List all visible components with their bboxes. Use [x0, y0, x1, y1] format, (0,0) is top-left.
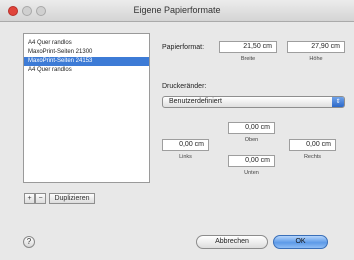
ok-button[interactable]: OK [273, 235, 328, 249]
margin-left-field[interactable]: 0,00 cm [162, 139, 209, 151]
title-bar: Eigene Papierformate [0, 0, 354, 22]
list-item[interactable]: A4 Quer randlos [24, 66, 149, 75]
page-setup-dialog: Eigene Papierformate A4 Quer randlos Max… [0, 0, 354, 260]
list-item-selected[interactable]: MaxoPrint-Seiten 24153 [24, 57, 149, 66]
popup-arrows-icon: ⇕ [332, 97, 344, 107]
margins-preset-popup[interactable]: Benutzerdefiniert ⇕ [162, 96, 345, 108]
help-button[interactable]: ? [23, 236, 35, 248]
window-title: Eigene Papierformate [133, 5, 221, 15]
duplicate-button[interactable]: Duplizieren [49, 193, 95, 204]
margin-top-caption: Oben [244, 137, 259, 143]
list-item[interactable]: MaxoPrint-Seiten 21300 [24, 48, 149, 57]
margins-preset-value: Benutzerdefiniert [169, 98, 222, 105]
paper-size-label: Papierformat: [162, 44, 205, 51]
paper-size-list[interactable]: A4 Quer randlos MaxoPrint-Seiten 21300 M… [23, 33, 150, 183]
margin-top-field[interactable]: 0,00 cm [228, 122, 275, 134]
margin-bottom-field[interactable]: 0,00 cm [228, 155, 275, 167]
margins-label: Druckeränder: [162, 83, 207, 90]
add-button[interactable]: + [24, 193, 35, 204]
cancel-button[interactable]: Abbrechen [196, 235, 268, 249]
width-caption: Breite [240, 56, 256, 62]
remove-button[interactable]: − [35, 193, 46, 204]
height-caption: Höhe [309, 56, 323, 62]
margin-right-field[interactable]: 0,00 cm [289, 139, 336, 151]
margin-right-caption: Rechts [303, 154, 322, 160]
list-item[interactable]: A4 Quer randlos [24, 39, 149, 48]
width-field[interactable]: 21,50 cm [219, 41, 277, 53]
height-field[interactable]: 27,90 cm [287, 41, 345, 53]
margin-left-caption: Links [179, 154, 192, 160]
margin-bottom-caption: Unten [244, 170, 259, 176]
